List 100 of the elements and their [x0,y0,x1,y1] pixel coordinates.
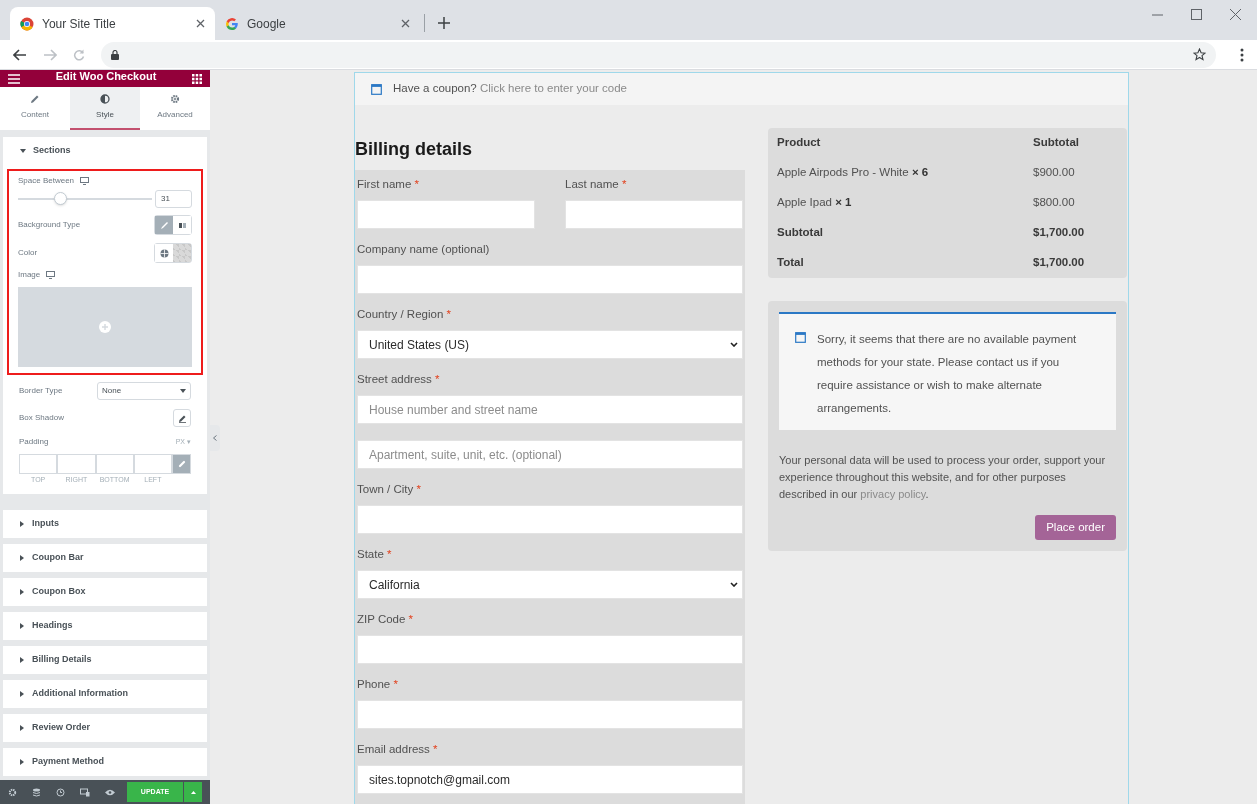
grid-icon[interactable] [192,73,202,84]
reload-icon[interactable] [73,48,85,61]
place-order-button[interactable]: Place order [1035,515,1116,540]
contrast-icon [100,94,110,104]
publish-options-button[interactable] [184,782,202,802]
privacy-text: Your personal data will be used to process your order, support your experience throughout this website, and for other purposes described in our privacy policy. [779,453,1107,502]
monitor-icon [80,177,90,185]
field-label: Town / City * [357,482,421,498]
plus-icon [99,321,111,333]
maximize-icon[interactable] [1191,8,1202,20]
text-field[interactable] [357,700,743,729]
forward-icon[interactable] [43,48,57,61]
section-heading: Billing details [355,138,474,161]
layers-icon[interactable] [32,787,41,797]
section-header[interactable]: Coupon Bar [3,543,207,572]
collapse-handle[interactable] [210,425,220,451]
caret-right-icon [20,758,24,765]
tab-title: Your Site Title [42,15,117,33]
section-header[interactable]: Headings [3,611,207,640]
section-header[interactable]: Billing Details [3,645,207,674]
browser-tab[interactable]: Your Site Title [10,7,215,40]
text-field[interactable] [357,635,743,664]
text-field[interactable]: House number and street name [357,395,743,424]
panel-tab[interactable]: Content [0,87,70,130]
caret-right-icon [20,588,24,595]
caret-right-icon [20,724,24,731]
close-icon[interactable] [1230,8,1241,20]
control-label: Image [18,269,41,281]
more-icon[interactable] [1240,47,1244,62]
field-label: Street address * [357,372,440,388]
google-icon [225,16,239,31]
padding-field[interactable] [133,454,172,474]
panel-tab[interactable]: Advanced [140,87,210,130]
column-header: Product [768,128,1033,158]
responsive-icon[interactable] [80,787,90,797]
caret-right-icon [20,690,24,697]
select-field[interactable]: California [357,570,743,599]
table-cell: $1,700.00 [1033,248,1127,278]
section-header[interactable]: Review Order [3,713,207,742]
history-icon[interactable] [56,787,65,797]
section-header[interactable]: Inputs [3,509,207,538]
image-dropzone[interactable] [18,287,192,367]
link-button[interactable] [172,454,191,474]
caret-right-icon [20,622,24,629]
window-icon [371,83,382,95]
table-cell: Total [768,248,1033,278]
padding-field[interactable] [19,454,58,474]
padding-field[interactable] [57,454,96,474]
back-icon[interactable] [13,48,27,61]
chevron-down-icon [730,582,738,587]
close-icon[interactable] [196,19,205,28]
text-field[interactable] [357,505,743,534]
control-label: Padding [19,436,49,448]
link-icon [177,460,186,468]
pencil-icon [30,94,40,104]
close-icon[interactable] [401,19,410,28]
new-tab-icon[interactable] [438,17,450,29]
text-field[interactable] [357,200,535,229]
caret-right-icon [20,554,24,561]
text-field[interactable] [565,200,743,229]
control-label: Space Between [18,175,75,187]
field-label: Company name (optional) [357,242,490,258]
color-swatch[interactable] [173,244,191,262]
control-label: Border Type [19,385,63,397]
panel-tab[interactable]: Style [70,87,140,130]
star-icon[interactable] [1193,48,1206,61]
table-cell: $800.00 [1033,188,1127,218]
pencil-icon [177,413,187,423]
select-field[interactable]: None [97,382,191,400]
select-field[interactable]: United States (US) [357,330,743,359]
section-header[interactable]: Coupon Box [3,577,207,606]
section-header[interactable]: Sections [3,137,207,165]
control-label: Box Shadow [19,412,64,424]
caret-right-icon [20,520,24,527]
field-label: Last name * [565,177,627,193]
eye-icon[interactable] [105,788,115,796]
panel-title: Edit Woo Checkout [55,71,157,82]
chrome-icon [20,16,34,31]
field-label: First name * [357,177,419,193]
toggle-option[interactable] [155,216,173,234]
number-field[interactable]: 31 [155,190,192,208]
table-cell: Apple Ipad × 1 [768,188,1033,218]
text-field[interactable]: sites.topnotch@gmail.com [357,765,743,794]
browser-tab[interactable]: Google [215,7,420,40]
section-header[interactable]: Payment Method [3,747,207,776]
menu-icon[interactable] [8,73,20,84]
section-header[interactable]: Additional Information [3,679,207,708]
slider-thumb[interactable] [53,192,67,205]
text-field[interactable]: Apartment, suite, unit, etc. (optional) [357,440,743,469]
caret-down-icon [20,149,26,153]
globe-icon [159,248,169,258]
settings-icon[interactable] [8,787,17,797]
edit-button[interactable] [173,409,191,427]
padding-field[interactable] [95,454,134,474]
text-field[interactable] [357,265,743,294]
caret-right-icon [20,656,24,663]
monitor-icon [46,271,56,279]
lock-icon [111,49,119,60]
table-cell: $900.00 [1033,158,1127,188]
control-label: Color [18,247,38,259]
